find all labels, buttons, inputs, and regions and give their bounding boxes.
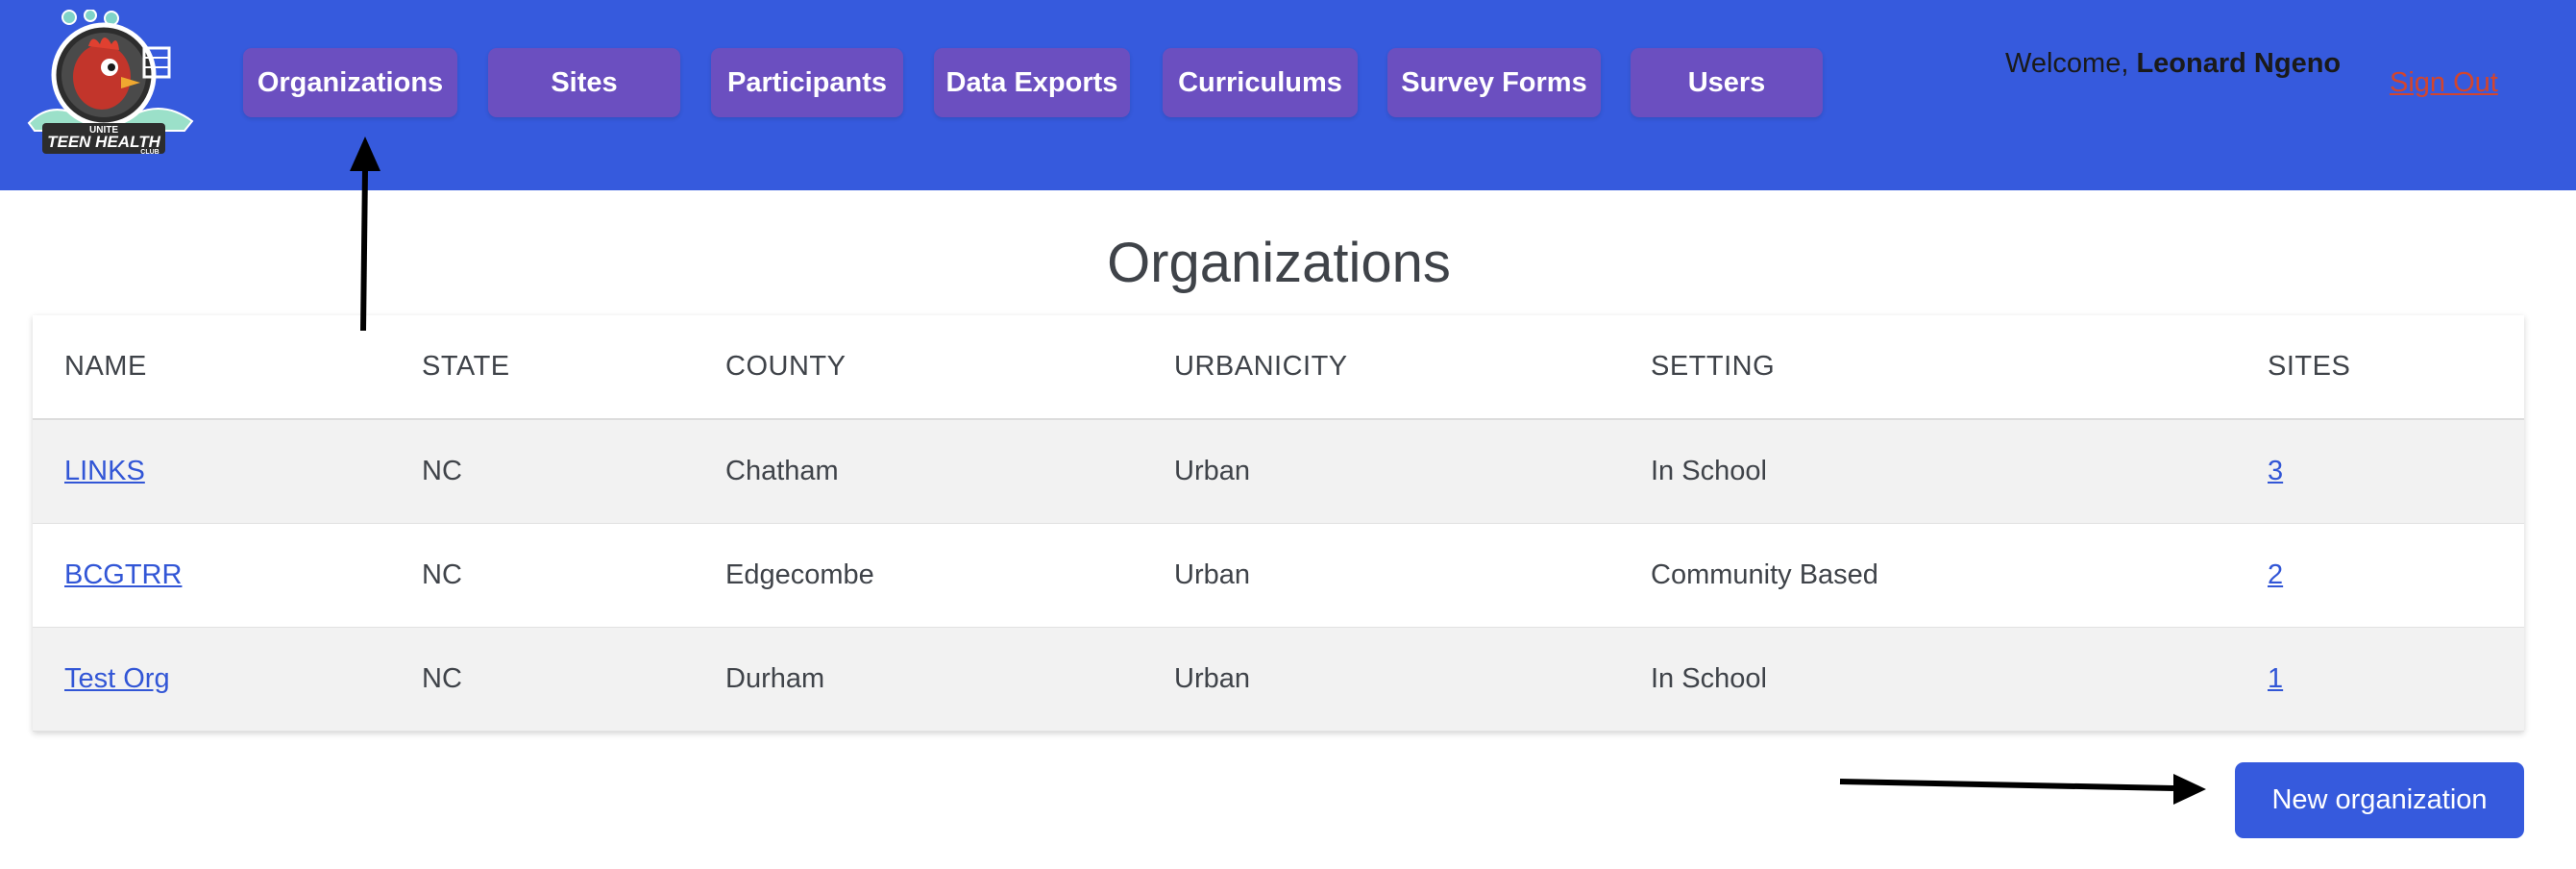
top-navbar: UNITE TEEN HEALTH CLUB Organizations Sit… [0, 0, 2576, 190]
nav-curriculums[interactable]: Curriculums [1163, 48, 1358, 117]
welcome-prefix: Welcome, [2005, 48, 2137, 79]
nav-data-exports-label: Data Exports [945, 66, 1118, 98]
sites-count-link[interactable]: 2 [2268, 559, 2283, 590]
cell-name: BCGTRR [33, 523, 390, 628]
new-organization-label: New organization [2271, 784, 2488, 815]
nav-users-label: Users [1687, 66, 1766, 98]
teen-health-club-logo[interactable]: UNITE TEEN HEALTH CLUB [21, 9, 196, 156]
organization-link[interactable]: BCGTRR [64, 559, 182, 590]
organization-link[interactable]: LINKS [64, 456, 145, 486]
nav-participants-label: Participants [727, 66, 887, 98]
column-header-sites: SITES [2236, 315, 2524, 420]
arrow-icon [1839, 774, 2206, 805]
cell-setting: In School [1619, 419, 2236, 524]
cell-urbanicity: Urban [1142, 627, 1619, 732]
page-title: Organizations [1107, 232, 1451, 294]
cell-county: Edgecombe [694, 523, 1142, 628]
cell-urbanicity: Urban [1142, 419, 1619, 524]
nav-data-exports[interactable]: Data Exports [934, 48, 1130, 117]
nav-sites[interactable]: Sites [488, 48, 680, 117]
column-header-county: COUNTY [694, 315, 1142, 420]
sites-count-link[interactable]: 3 [2268, 456, 2283, 486]
sites-count-link[interactable]: 1 [2268, 663, 2283, 694]
cell-name: LINKS [33, 419, 390, 524]
nav-participants[interactable]: Participants [711, 48, 903, 117]
column-header-state: STATE [390, 315, 694, 420]
cell-sites: 2 [2236, 523, 2524, 628]
table-row: LINKS NC Chatham Urban In School 3 [33, 419, 2524, 524]
organization-link[interactable]: Test Org [64, 663, 170, 694]
nav-users[interactable]: Users [1631, 48, 1823, 117]
svg-text:CLUB: CLUB [140, 149, 159, 156]
cell-sites: 3 [2236, 419, 2524, 524]
user-name: Leonard Ngeno [2136, 48, 2342, 79]
nav-survey-forms[interactable]: Survey Forms [1387, 48, 1601, 117]
nav-curriculums-label: Curriculums [1178, 66, 1342, 98]
cell-county: Chatham [694, 419, 1142, 524]
logo-image: UNITE TEEN HEALTH CLUB [27, 9, 194, 156]
column-header-setting: SETTING [1619, 315, 2236, 420]
cell-setting: In School [1619, 627, 2236, 732]
new-organization-button[interactable]: New organization [2235, 762, 2524, 838]
table-row: BCGTRR NC Edgecombe Urban Community Base… [33, 523, 2524, 628]
table-row: Test Org NC Durham Urban In School 1 [33, 627, 2524, 732]
cell-urbanicity: Urban [1142, 523, 1619, 628]
cell-sites: 1 [2236, 627, 2524, 732]
table-header-row: NAME STATE COUNTY URBANICITY SETTING SIT… [33, 315, 2524, 420]
cell-county: Durham [694, 627, 1142, 732]
cell-state: NC [390, 523, 694, 628]
nav-survey-forms-label: Survey Forms [1401, 66, 1587, 98]
nav-organizations[interactable]: Organizations [243, 48, 457, 117]
cell-setting: Community Based [1619, 523, 2236, 628]
column-header-name: NAME [33, 315, 390, 420]
nav-organizations-label: Organizations [257, 66, 444, 98]
cell-state: NC [390, 627, 694, 732]
sign-out-link[interactable]: Sign Out [2390, 67, 2498, 99]
cell-state: NC [390, 419, 694, 524]
organizations-table: NAME STATE COUNTY URBANICITY SETTING SIT… [33, 315, 2524, 732]
welcome-message: Welcome, Leonard Ngeno [2005, 48, 2341, 80]
nav-sites-label: Sites [551, 66, 618, 98]
column-header-urbanicity: URBANICITY [1142, 315, 1619, 420]
cell-name: Test Org [33, 627, 390, 732]
